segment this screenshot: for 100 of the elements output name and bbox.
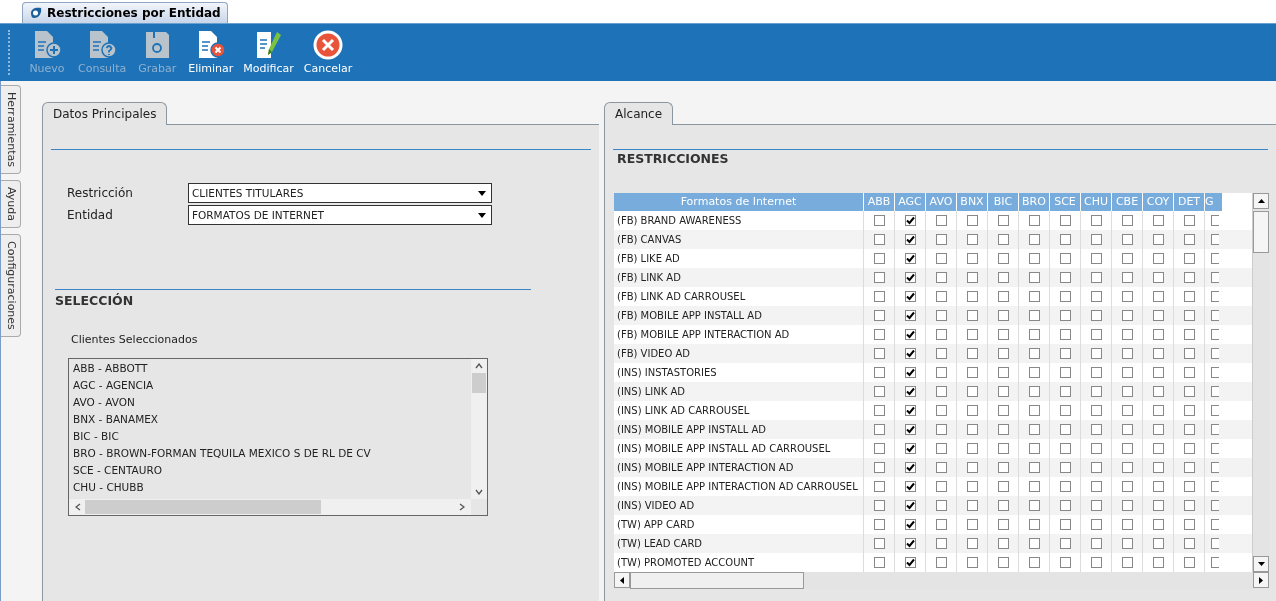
checkbox[interactable] (904, 519, 916, 530)
checkbox[interactable] (1183, 519, 1195, 530)
checkbox[interactable] (997, 310, 1009, 321)
checkbox[interactable] (935, 310, 947, 321)
checkbox[interactable] (1183, 462, 1195, 473)
checkbox[interactable] (1059, 272, 1071, 283)
checkbox[interactable] (1121, 348, 1133, 359)
checkbox[interactable] (1028, 405, 1040, 416)
checkbox[interactable] (966, 538, 978, 549)
checkbox[interactable] (873, 329, 885, 340)
checkbox[interactable] (904, 272, 916, 283)
scroll-left-icon[interactable] (75, 503, 81, 511)
scroll-thumb[interactable] (1253, 211, 1269, 253)
checkbox[interactable] (966, 329, 978, 340)
checkbox[interactable] (1121, 329, 1133, 340)
checkbox[interactable] (1028, 291, 1040, 302)
checkbox[interactable] (1152, 367, 1164, 378)
list-item[interactable]: BNX - BANAMEX (73, 411, 467, 428)
checkbox[interactable] (935, 443, 947, 454)
horizontal-scrollbar[interactable] (69, 499, 471, 515)
checkbox[interactable] (1059, 557, 1071, 568)
checkbox[interactable] (873, 253, 885, 264)
checkbox[interactable] (1183, 367, 1195, 378)
checkbox[interactable] (1121, 462, 1133, 473)
cancel-button[interactable]: Cancelar (299, 24, 357, 81)
checkbox[interactable] (904, 234, 916, 245)
checkbox[interactable] (1211, 462, 1219, 473)
list-item[interactable]: BIC - BIC (73, 428, 467, 445)
checkbox[interactable] (1183, 348, 1195, 359)
horizontal-scrollbar[interactable] (614, 572, 1269, 589)
list-item[interactable]: BRO - BROWN-FORMAN TEQUILA MEXICO S DE RL DE CV (73, 445, 467, 462)
checkbox[interactable] (997, 519, 1009, 530)
checkbox[interactable] (1028, 272, 1040, 283)
checkbox[interactable] (904, 538, 916, 549)
list-item[interactable]: SCE - CENTAURO (73, 462, 467, 479)
checkbox[interactable] (997, 234, 1009, 245)
checkbox[interactable] (1152, 462, 1164, 473)
checkbox[interactable] (1090, 462, 1102, 473)
checkbox[interactable] (873, 481, 885, 492)
checkbox[interactable] (1090, 234, 1102, 245)
checkbox[interactable] (1090, 272, 1102, 283)
checkbox[interactable] (1121, 405, 1133, 416)
checkbox[interactable] (1121, 253, 1133, 264)
checkbox[interactable] (904, 557, 916, 568)
checkbox[interactable] (1183, 215, 1195, 226)
checkbox[interactable] (1090, 367, 1102, 378)
checkbox[interactable] (1183, 234, 1195, 245)
checkbox[interactable] (1059, 367, 1071, 378)
checkbox[interactable] (1028, 367, 1040, 378)
checkbox[interactable] (1121, 386, 1133, 397)
checkbox[interactable] (904, 424, 916, 435)
checkbox[interactable] (1152, 329, 1164, 340)
checkbox[interactable] (904, 405, 916, 416)
checkbox[interactable] (1059, 329, 1071, 340)
checkbox[interactable] (904, 367, 916, 378)
checkbox[interactable] (1059, 500, 1071, 511)
checkbox[interactable] (1211, 310, 1219, 321)
side-tab[interactable]: Ayuda (1, 179, 21, 228)
checkbox[interactable] (873, 348, 885, 359)
checkbox[interactable] (1152, 481, 1164, 492)
checkbox[interactable] (966, 253, 978, 264)
checkbox[interactable] (1028, 215, 1040, 226)
checkbox[interactable] (935, 215, 947, 226)
checkbox[interactable] (1028, 538, 1040, 549)
checkbox[interactable] (966, 500, 978, 511)
checkbox[interactable] (1121, 367, 1133, 378)
checkbox[interactable] (1211, 538, 1219, 549)
checkbox[interactable] (873, 215, 885, 226)
checkbox[interactable] (1152, 348, 1164, 359)
checkbox[interactable] (1090, 405, 1102, 416)
checkbox[interactable] (997, 215, 1009, 226)
checkbox[interactable] (966, 234, 978, 245)
scroll-right-icon[interactable] (459, 503, 465, 511)
checkbox[interactable] (935, 329, 947, 340)
checkbox[interactable] (873, 272, 885, 283)
checkbox[interactable] (997, 424, 1009, 435)
checkbox[interactable] (966, 367, 978, 378)
checkbox[interactable] (904, 386, 916, 397)
checkbox[interactable] (1028, 234, 1040, 245)
checkbox[interactable] (966, 291, 978, 302)
checkbox[interactable] (935, 405, 947, 416)
checkbox[interactable] (997, 443, 1009, 454)
checkbox[interactable] (935, 234, 947, 245)
checkbox[interactable] (966, 462, 978, 473)
checkbox[interactable] (1183, 329, 1195, 340)
checkbox[interactable] (966, 424, 978, 435)
scroll-right-button[interactable] (1253, 572, 1269, 588)
checkbox[interactable] (1059, 291, 1071, 302)
checkbox[interactable] (1152, 215, 1164, 226)
checkbox[interactable] (1059, 481, 1071, 492)
checkbox[interactable] (873, 424, 885, 435)
checkbox[interactable] (1028, 348, 1040, 359)
checkbox[interactable] (1152, 272, 1164, 283)
checkbox[interactable] (1028, 519, 1040, 530)
checkbox[interactable] (1183, 500, 1195, 511)
list-item[interactable]: CHU - CHUBB (73, 479, 467, 496)
panel-tab[interactable]: Datos Principales (42, 102, 168, 125)
checkbox[interactable] (1028, 481, 1040, 492)
checkbox[interactable] (935, 500, 947, 511)
checkbox[interactable] (1211, 443, 1219, 454)
